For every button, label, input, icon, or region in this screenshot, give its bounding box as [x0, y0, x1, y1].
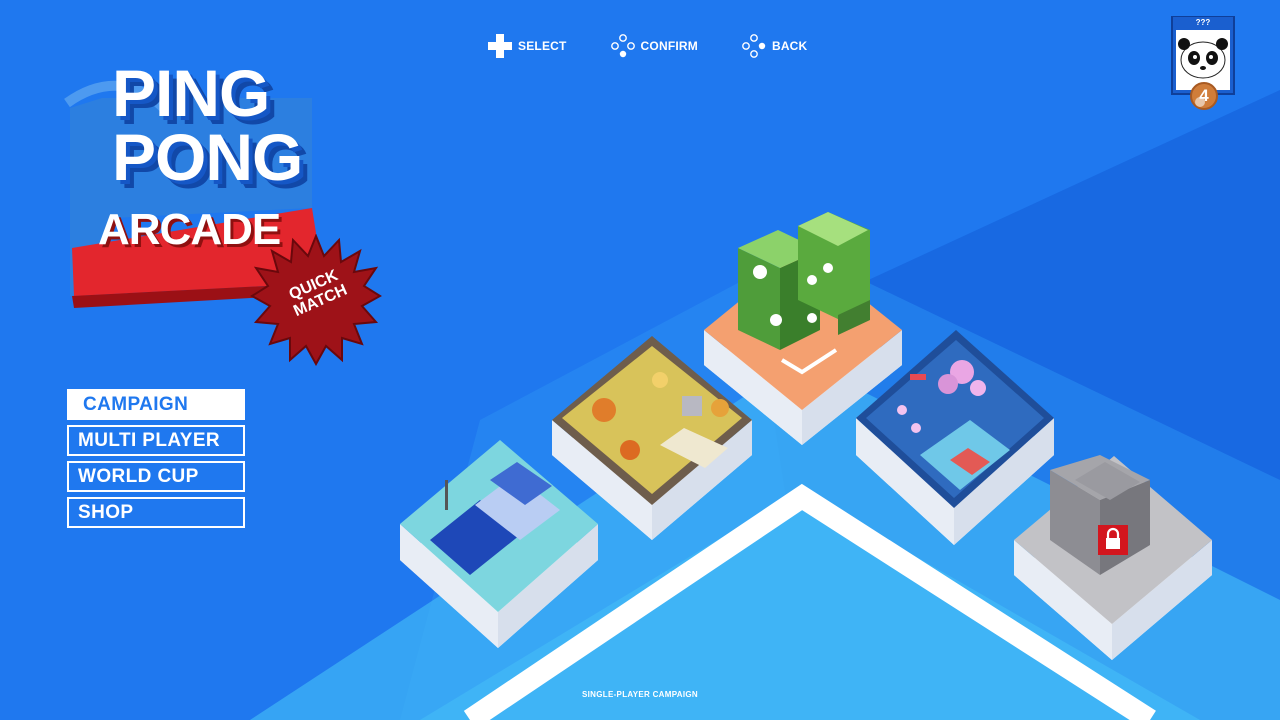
level-city-locked[interactable]: [1014, 455, 1212, 660]
campaign-level-map: [400, 212, 1212, 660]
mode-description: SINGLE-PLAYER CAMPAIGN: [582, 690, 698, 699]
padlock-icon: [1098, 525, 1128, 555]
level-suburb[interactable]: [400, 440, 598, 648]
